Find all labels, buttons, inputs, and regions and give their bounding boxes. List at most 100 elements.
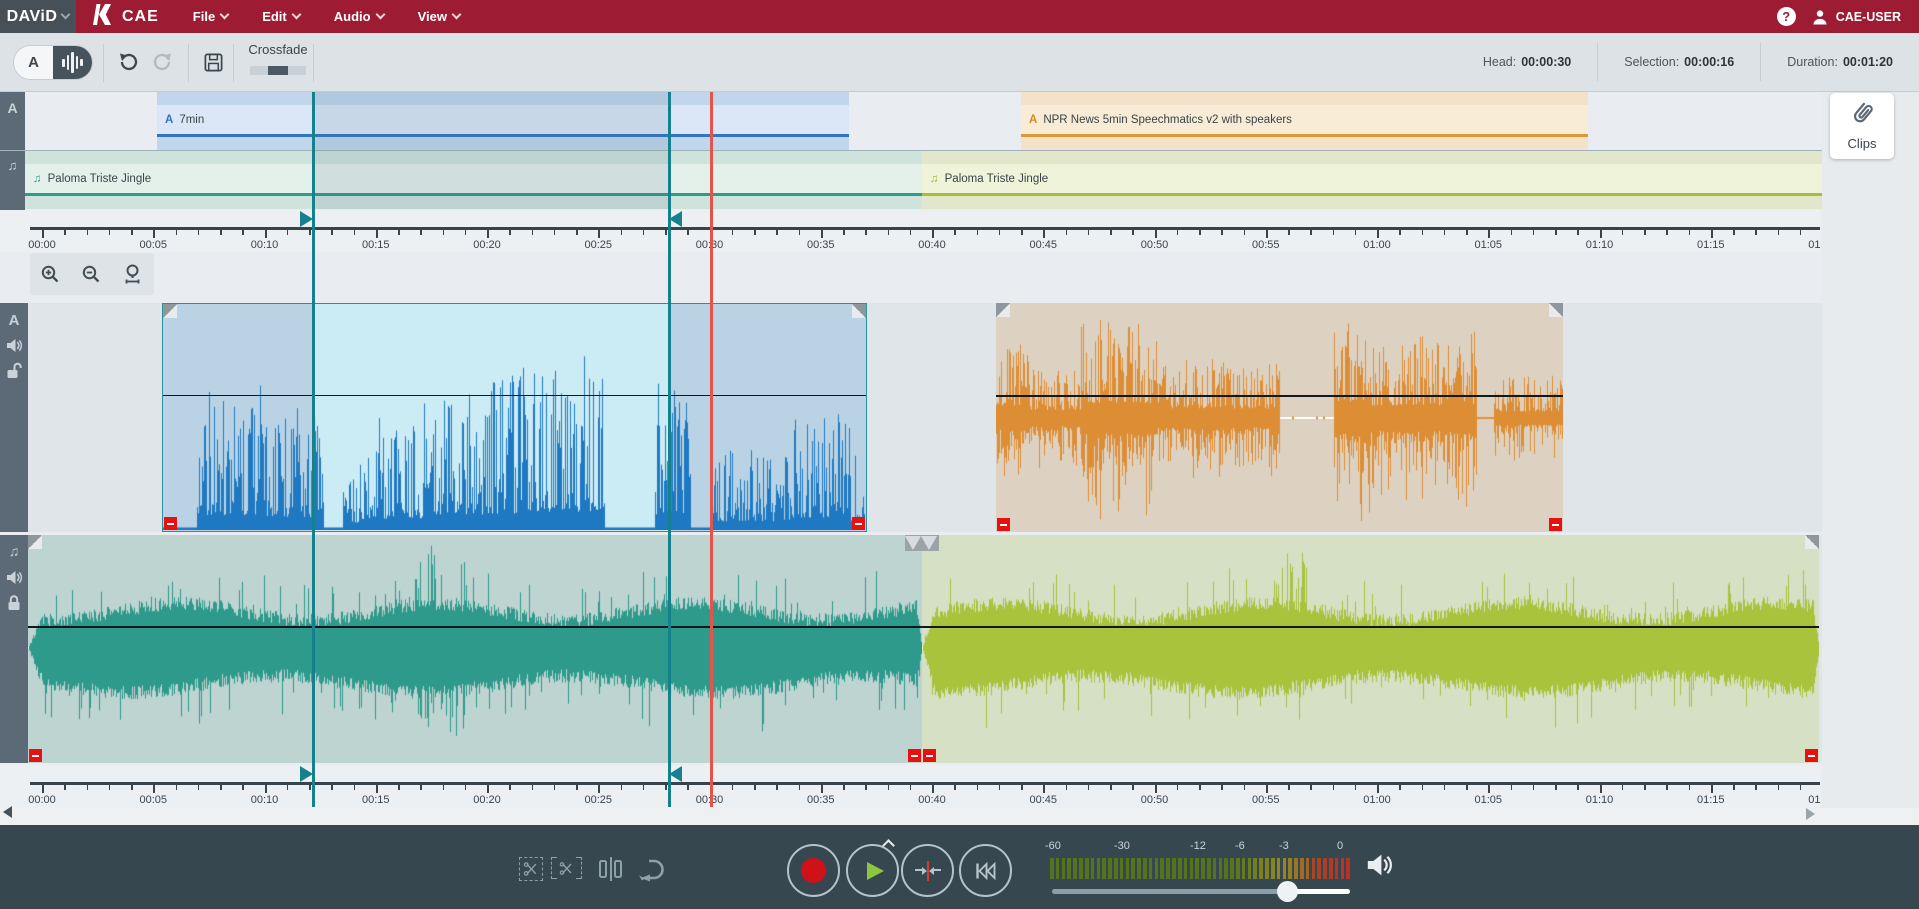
zoom-fit-button[interactable] xyxy=(112,253,153,295)
david-logo-menu[interactable]: DAViD xyxy=(0,0,76,33)
clip-band xyxy=(922,151,1822,164)
menu-edit[interactable]: Edit xyxy=(262,9,300,24)
meter-scale-label: -6 xyxy=(1235,840,1245,852)
fade-in-handle[interactable] xyxy=(996,303,1010,317)
clip-corner-handle[interactable] xyxy=(1549,518,1562,531)
split-clip-button[interactable] xyxy=(599,857,622,881)
audio-clip[interactable] xyxy=(28,535,922,763)
volume-slider[interactable] xyxy=(1052,889,1350,894)
play-icon xyxy=(859,858,887,884)
clip-corner-handle[interactable] xyxy=(908,749,921,762)
fade-out-handle[interactable] xyxy=(1549,303,1563,317)
selection-start-line[interactable] xyxy=(312,92,315,807)
user-menu[interactable]: CAE-USER xyxy=(1812,9,1901,25)
ruler-tick xyxy=(109,785,111,790)
menu-file[interactable]: File xyxy=(193,9,228,24)
waveform xyxy=(922,535,1819,763)
ruler-tick xyxy=(1600,230,1602,238)
ruler-tick xyxy=(1177,785,1179,790)
meter-scale-label: -60 xyxy=(1045,840,1061,852)
selection-end-marker[interactable] xyxy=(669,211,682,227)
timeline-ruler-top[interactable]: 00:0000:0500:1000:1500:2000:2500:3000:35… xyxy=(0,210,1820,252)
lock-open-icon[interactable] xyxy=(0,362,28,384)
waveform-mode-button[interactable] xyxy=(53,46,92,79)
meter-segment xyxy=(1184,858,1188,879)
undo-button[interactable] xyxy=(113,47,143,77)
ruler-tick xyxy=(932,230,934,238)
razor-cursor-button[interactable] xyxy=(551,857,582,879)
loop-return-button[interactable] xyxy=(637,857,669,888)
play-button[interactable] xyxy=(846,844,899,897)
zoom-out-button[interactable] xyxy=(71,253,112,295)
master-speaker-button[interactable] xyxy=(1366,853,1392,882)
clip-corner-handle[interactable] xyxy=(29,749,42,762)
ruler-label: 01:15 xyxy=(1689,239,1733,251)
main-track-a: A xyxy=(0,303,1822,532)
lock-closed-icon[interactable] xyxy=(0,594,28,616)
ruler-tick xyxy=(643,785,645,790)
overview-clip[interactable]: ♫Paloma Triste Jingle xyxy=(922,151,1822,209)
save-button[interactable] xyxy=(198,47,228,77)
crossfade-control: Crossfade xyxy=(243,42,313,75)
menu-audio[interactable]: Audio xyxy=(334,9,384,24)
menu-view[interactable]: View xyxy=(418,9,460,24)
ruler-tick xyxy=(776,785,778,790)
redo-button[interactable] xyxy=(148,47,178,77)
record-button[interactable] xyxy=(787,844,840,897)
ruler-tick xyxy=(109,230,111,235)
fade-in-handle[interactable] xyxy=(28,535,42,549)
selection-start-marker[interactable] xyxy=(300,766,313,782)
selection-end-marker[interactable] xyxy=(669,766,682,782)
fade-out-handle[interactable] xyxy=(852,304,866,318)
time-status-group: Head:00:00:30 Selection:00:00:16 Duratio… xyxy=(1457,33,1919,91)
help-icon[interactable]: ? xyxy=(1777,7,1796,26)
collapse-to-playhead-button[interactable] xyxy=(901,844,954,897)
right-side-panel xyxy=(1822,92,1919,825)
ruler-tick xyxy=(888,230,890,235)
scroll-left-arrow[interactable] xyxy=(3,806,12,818)
meter-segment xyxy=(1306,858,1310,879)
speaker-icon[interactable] xyxy=(0,338,28,358)
meter-segment xyxy=(1271,858,1275,879)
scroll-right-arrow[interactable] xyxy=(1806,808,1815,820)
clip-corner-handle[interactable] xyxy=(923,749,936,762)
skip-to-start-button[interactable] xyxy=(959,844,1012,897)
clips-panel-button[interactable]: Clips xyxy=(1830,93,1894,159)
audio-clip[interactable] xyxy=(162,303,867,532)
undo-icon xyxy=(117,51,139,73)
selection-end-line[interactable] xyxy=(668,92,671,807)
clip-corner-handle[interactable] xyxy=(164,517,177,530)
ruler-tick xyxy=(1333,785,1335,790)
meter-segment xyxy=(1149,858,1153,879)
ruler-tick xyxy=(1600,785,1602,793)
ruler-tick xyxy=(1466,785,1468,790)
ruler-tick xyxy=(1733,785,1735,790)
clip-corner-handle[interactable] xyxy=(1805,749,1818,762)
timeline-ruler-bottom[interactable]: 00:0000:0500:1000:1500:2000:2500:3000:35… xyxy=(0,765,1820,808)
selection-start-marker[interactable] xyxy=(300,211,313,227)
playhead-line[interactable] xyxy=(710,92,713,807)
audio-clip[interactable] xyxy=(996,303,1563,532)
ruler-tick xyxy=(1755,230,1757,235)
ruler-tick xyxy=(754,230,756,235)
crossfade-marker[interactable] xyxy=(905,535,939,551)
selection-time: Selection:00:00:16 xyxy=(1597,43,1760,81)
fade-in-handle[interactable] xyxy=(163,304,177,318)
zoom-in-button[interactable] xyxy=(30,253,71,295)
timeline-overview[interactable]: A ♫ A7minANPR News 5min Speechmatics v2 … xyxy=(0,92,1822,210)
track-a-label: A xyxy=(0,312,28,329)
overview-clip[interactable]: ANPR News 5min Speechmatics v2 with spea… xyxy=(1021,92,1588,150)
speaker-icon[interactable] xyxy=(0,570,28,590)
fade-out-handle[interactable] xyxy=(1805,535,1819,549)
clip-corner-handle[interactable] xyxy=(997,518,1010,531)
main-track-music: ♫ xyxy=(0,535,1822,763)
ruler-tick xyxy=(1800,230,1802,235)
audio-clip[interactable] xyxy=(922,535,1819,763)
clip-corner-handle[interactable] xyxy=(852,517,865,530)
crossfade-slider[interactable] xyxy=(250,66,306,75)
razor-selection-button[interactable] xyxy=(519,857,543,881)
ruler-tick xyxy=(1132,785,1134,790)
meter-segment xyxy=(1213,858,1217,879)
text-mode-button[interactable]: A xyxy=(14,46,53,79)
ruler-tick xyxy=(443,785,445,790)
